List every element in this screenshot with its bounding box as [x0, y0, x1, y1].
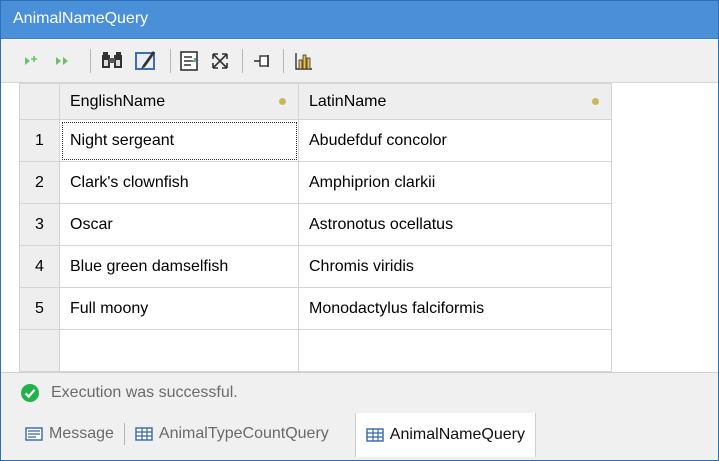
column-header-label: EnglishName [70, 92, 166, 110]
cell-englishname[interactable]: Blue green damselfish [59, 245, 299, 288]
row-number[interactable]: 3 [19, 203, 60, 246]
toolbar-separator [90, 49, 91, 73]
column-header-latinname[interactable]: LatinName [298, 83, 612, 120]
tab-animalnamequery[interactable]: AnimalNameQuery [354, 413, 536, 457]
table-row[interactable]: 4 Blue green damselfish Chromis viridis [19, 245, 612, 288]
toolbar-separator [283, 49, 284, 73]
cell-englishname[interactable]: Clark's clownfish [59, 161, 299, 204]
table-row[interactable]: 5 Full moony Monodactylus falciformis [19, 287, 612, 330]
cell-englishname[interactable]: Night sergeant [59, 119, 299, 162]
column-header-label: LatinName [309, 92, 387, 110]
chart-icon[interactable] [291, 48, 317, 74]
cell-latinname[interactable]: Astronotus ocellatus [298, 203, 612, 246]
sort-indicator-icon[interactable] [279, 98, 286, 105]
success-check-icon [21, 384, 39, 402]
row-number[interactable]: 5 [19, 287, 60, 330]
corner-cell[interactable] [19, 83, 60, 120]
result-tabs: Message AnimalTypeCountQuery AnimalNameQ… [1, 413, 718, 460]
row-number[interactable] [19, 329, 60, 372]
pin-icon[interactable] [249, 48, 275, 74]
table-row[interactable] [19, 329, 612, 372]
tab-animaltypecountquery[interactable]: AnimalTypeCountQuery [125, 413, 339, 455]
tab-label: AnimalNameQuery [389, 426, 525, 443]
find-icon[interactable] [98, 48, 126, 74]
edit-icon[interactable] [131, 48, 161, 74]
header-row: EnglishName LatinName [19, 83, 612, 120]
toolbar-separator [170, 49, 171, 73]
toolbar [1, 40, 718, 83]
cell-latinname[interactable]: Monodactylus falciformis [298, 287, 612, 330]
cell-englishname[interactable] [59, 329, 299, 372]
query-result-window: AnimalNameQuery EnglishName LatinName 1 … [0, 0, 719, 461]
resize-icon[interactable] [207, 48, 233, 74]
column-header-englishname[interactable]: EnglishName [59, 83, 299, 120]
copy-icon[interactable] [177, 48, 203, 74]
row-number[interactable]: 4 [19, 245, 60, 288]
window-title: AnimalNameQuery [1, 1, 718, 39]
table-row[interactable]: 3 Oscar Astronotus ocellatus [19, 203, 612, 246]
status-bar: Execution was successful. [1, 372, 718, 414]
table-row[interactable]: 1 Night sergeant Abudefduf concolor [19, 119, 612, 162]
cell-latinname[interactable]: Chromis viridis [298, 245, 612, 288]
cell-englishname[interactable]: Full moony [59, 287, 299, 330]
toolbar-separator [242, 49, 243, 73]
cell-latinname[interactable]: Abudefduf concolor [298, 119, 612, 162]
tab-label: Message [49, 425, 114, 442]
tab-label: AnimalTypeCountQuery [158, 425, 329, 442]
cell-latinname[interactable] [298, 329, 612, 372]
table-row[interactable]: 2 Clark's clownfish Amphiprion clarkii [19, 161, 612, 204]
add-row-icon[interactable] [21, 48, 43, 74]
row-number[interactable]: 1 [19, 119, 60, 162]
sort-indicator-icon[interactable] [592, 98, 599, 105]
cell-englishname[interactable]: Oscar [59, 203, 299, 246]
next-icon[interactable] [51, 48, 75, 74]
message-icon [25, 427, 43, 441]
results-table: EnglishName LatinName 1 Night sergeant A… [19, 83, 612, 372]
tab-message[interactable]: Message [1, 413, 124, 455]
status-message: Execution was successful. [51, 384, 238, 401]
row-number[interactable]: 2 [19, 161, 60, 204]
results-grid: EnglishName LatinName 1 Night sergeant A… [1, 83, 718, 372]
grid-icon [366, 428, 384, 442]
cell-latinname[interactable]: Amphiprion clarkii [298, 161, 612, 204]
grid-icon [135, 427, 153, 441]
